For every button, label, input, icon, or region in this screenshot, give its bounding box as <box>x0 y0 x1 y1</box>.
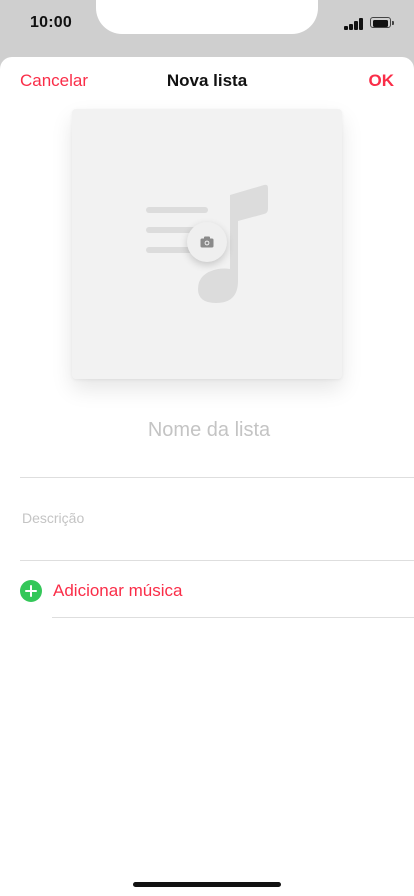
device-screen: 10:00 Cancelar Nova lista OK Nome da lis… <box>0 0 414 896</box>
add-music-button[interactable]: Adicionar música <box>20 577 414 605</box>
notch <box>96 0 318 34</box>
add-music-label: Adicionar música <box>53 581 183 600</box>
divider <box>20 560 414 561</box>
ok-button[interactable]: OK <box>369 71 395 91</box>
playlist-artwork[interactable] <box>72 109 342 379</box>
divider <box>20 477 414 478</box>
status-bar: 10:00 <box>0 0 414 48</box>
battery-icon <box>370 17 394 29</box>
camera-icon <box>200 236 214 248</box>
playlist-name-input[interactable] <box>20 411 398 449</box>
navigation-bar: Cancelar Nova lista OK <box>0 57 414 103</box>
camera-button[interactable] <box>187 222 227 262</box>
new-playlist-sheet: Cancelar Nova lista OK Nome da lista Des… <box>0 57 414 896</box>
home-indicator <box>133 882 281 887</box>
cellular-signal-icon <box>344 18 364 30</box>
plus-circle-icon <box>20 580 42 602</box>
divider <box>52 617 414 618</box>
cancel-button[interactable]: Cancelar <box>20 71 88 91</box>
status-time: 10:00 <box>30 14 72 31</box>
description-input[interactable] <box>20 505 398 531</box>
